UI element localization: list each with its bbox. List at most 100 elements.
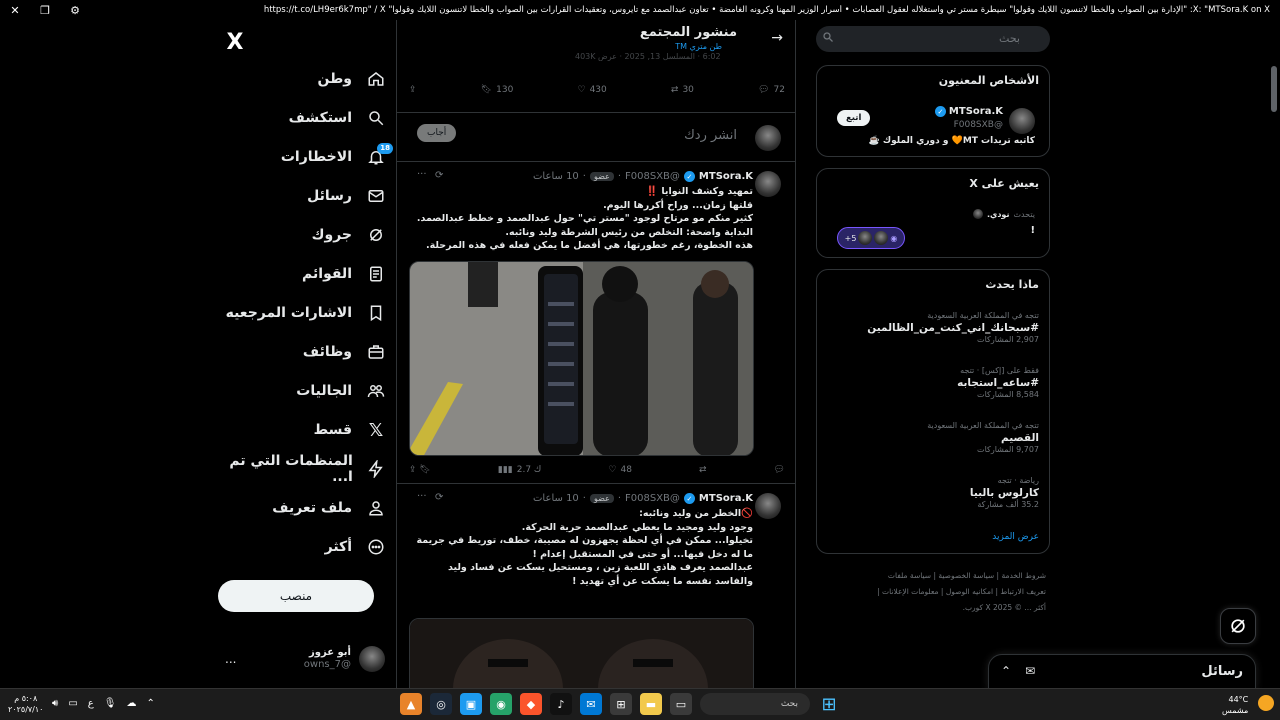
tweet-time[interactable]: 10 ساعات	[533, 171, 579, 182]
live-listeners[interactable]: +5 ◉	[837, 227, 905, 249]
tweet[interactable]: MTSora.K ✓ @F008SXB · عضو · 10 ساعات ⟳ ·…	[397, 484, 795, 688]
follow-button[interactable]: اتبع	[837, 110, 871, 126]
weather-widget[interactable]: 44°C مشمس	[1222, 694, 1248, 716]
reply-icon: 💬︎	[773, 465, 785, 475]
author-name[interactable]: MTSora.K	[699, 493, 753, 504]
search-label: بحث	[780, 699, 798, 709]
weather-sun-icon	[1258, 695, 1274, 711]
messages-drawer[interactable]: رسائل ⌃ ✉	[988, 654, 1256, 690]
author-name[interactable]: MTSora.K	[699, 171, 753, 182]
bell-icon: 18	[366, 143, 393, 167]
tweet-media[interactable]	[409, 618, 754, 688]
windows-start-icon[interactable]: ⊞	[818, 693, 840, 715]
x-logo-icon[interactable]: X	[225, 30, 245, 55]
footer-link[interactable]: شروط الخدمة	[1001, 571, 1046, 580]
trend-item[interactable]: تتجه في المملكة العربية السعودية #سبحانك…	[867, 310, 1039, 346]
trend-item[interactable]: رياضة · تتجه كارلوس بالبيا 35.2 ألف مشار…	[970, 475, 1039, 511]
nav-verified-orgs[interactable]: المنظمات التي تم ا...	[210, 453, 386, 485]
member-role-badge: عضو	[589, 494, 614, 503]
avatar	[858, 231, 873, 245]
like-button[interactable]: ♡ 430	[577, 85, 606, 95]
tiktok-icon[interactable]: ♪	[550, 693, 572, 715]
reply-submit-button[interactable]: أجاب	[417, 124, 457, 142]
nav-more[interactable]: أكثر	[325, 532, 386, 562]
input-language[interactable]: ع	[88, 698, 94, 709]
nav-messages[interactable]: رسائل	[307, 181, 386, 211]
tweet[interactable]: MTSora.K ✓ @F008SXB · عضو · 10 ساعات ⟳ ·…	[397, 162, 795, 484]
search-placeholder: بحث	[999, 32, 1020, 45]
reply-button[interactable]: 💬︎ 72	[758, 85, 785, 95]
show-more-link[interactable]: عرض المزيد	[992, 532, 1039, 542]
nav-explore[interactable]: استكشف	[289, 103, 386, 133]
nav-profile[interactable]: ملف تعريف	[272, 493, 386, 523]
relevant-user[interactable]: MTSora.K ✓	[934, 106, 1003, 117]
community-link[interactable]: طن متري TM	[675, 42, 722, 51]
nav-jobs[interactable]: وظائف	[303, 337, 386, 367]
page-scrollbar[interactable]	[1268, 20, 1280, 688]
reply-input[interactable]: انشر ردك	[684, 128, 737, 143]
footer-link[interactable]: أكثر ...	[1024, 603, 1046, 612]
more-icon[interactable]: ···	[417, 491, 427, 502]
grok-icon[interactable]: ⟳	[435, 170, 443, 181]
app-icon[interactable]: ◉	[490, 693, 512, 715]
app-icon[interactable]: ▣	[460, 693, 482, 715]
share-icon[interactable]: ⇪ 🔖︎	[409, 465, 431, 475]
nav-notifications[interactable]: 18 الاخطارات	[281, 142, 393, 172]
footer-links: شروط الخدمة | سياسة الخصوصية | سياسة ملف…	[877, 571, 1046, 612]
live-on-x-card[interactable]: يعيش على X يتحدث نودي. ! +5 ◉	[816, 168, 1050, 258]
window-titlebar: ✕ ❐ ⚙ X: "MTSora.K on X: "الإدارة بين ال…	[0, 0, 1280, 20]
reply-button[interactable]: 💬︎	[774, 465, 785, 475]
taskbar-search[interactable]: بحث	[700, 693, 810, 715]
bookmark-button[interactable]: 🔖︎ 130	[481, 85, 514, 95]
window-close-button[interactable]: ✕	[0, 4, 30, 17]
retweet-button[interactable]: ⇄ 30	[671, 85, 694, 95]
account-switcher[interactable]: أبو عزوز @owns_7 ...	[225, 644, 385, 674]
nav-communities[interactable]: الجاليات	[296, 376, 386, 406]
app-icon[interactable]: ▭	[670, 693, 692, 715]
nav-home[interactable]: وطن	[318, 64, 387, 94]
footer-link[interactable]: معلومات الإعلانات	[882, 587, 938, 596]
tray-overflow-icon[interactable]: ⌃	[146, 698, 154, 709]
file-explorer-icon[interactable]: ▬	[640, 693, 662, 715]
avatar[interactable]	[755, 493, 781, 519]
app-icon[interactable]: ▲	[400, 693, 422, 715]
network-icon[interactable]: ▭	[68, 698, 77, 709]
clock[interactable]: ٥:٠٨ م ٢٠٢٥/٧/١٠	[8, 693, 43, 715]
grok-icon[interactable]: ⟳	[435, 492, 443, 503]
avatar[interactable]	[1009, 108, 1035, 134]
nav-grok[interactable]: جروك	[312, 220, 386, 250]
footer-link[interactable]: سياسة الخصوصية	[938, 571, 994, 580]
new-message-icon[interactable]: ✉	[1025, 664, 1035, 678]
back-arrow-icon[interactable]: →	[771, 30, 783, 46]
like-button[interactable]: ♡ 48	[608, 465, 632, 475]
extension-icon[interactable]: ⚙	[60, 4, 90, 17]
trend-item[interactable]: تتجه في المملكة العربية السعودية القصيم …	[927, 420, 1039, 456]
retweet-button[interactable]: ⇄	[699, 465, 707, 475]
brave-icon[interactable]: ◆	[520, 693, 542, 715]
tweet-media[interactable]	[409, 261, 754, 456]
more-options-icon[interactable]: ...	[225, 652, 236, 666]
nav-lists[interactable]: القوائم	[302, 259, 386, 289]
nav-bookmarks[interactable]: الاشارات المرجعيه	[226, 298, 386, 328]
share-icon[interactable]: ⇪	[409, 85, 417, 95]
scrollbar-thumb[interactable]	[1271, 66, 1277, 112]
window-restore-button[interactable]: ❐	[30, 4, 60, 17]
store-icon[interactable]: ⊞	[610, 693, 632, 715]
nav-premium[interactable]: 𝕏 قسط	[314, 415, 386, 445]
trend-item[interactable]: فقط على [إكس] · تتجه #ساعه_استجابه 8,584…	[957, 365, 1039, 401]
volume-icon[interactable]: 🔊︎	[52, 698, 58, 709]
microphone-icon[interactable]: 🎙︎	[104, 698, 117, 709]
outlook-icon[interactable]: ✉	[580, 693, 602, 715]
reply-count: 72	[773, 85, 785, 95]
search-input[interactable]: بحث	[816, 26, 1050, 52]
cloud-icon[interactable]: ☁︎	[126, 698, 136, 709]
grok-floating-button[interactable]	[1220, 608, 1256, 644]
more-icon[interactable]: ···	[417, 169, 427, 180]
post-button[interactable]: منصب	[218, 580, 374, 612]
avatar[interactable]	[755, 171, 781, 197]
expand-chevron-icon[interactable]: ⌃	[1001, 664, 1011, 678]
steam-icon[interactable]: ◎	[430, 693, 452, 715]
views-button[interactable]: ▮▮▮ 2.7 ك	[498, 465, 541, 475]
footer-link[interactable]: امكانيه الوصول	[946, 587, 993, 596]
tweet-time[interactable]: 10 ساعات	[533, 493, 579, 504]
